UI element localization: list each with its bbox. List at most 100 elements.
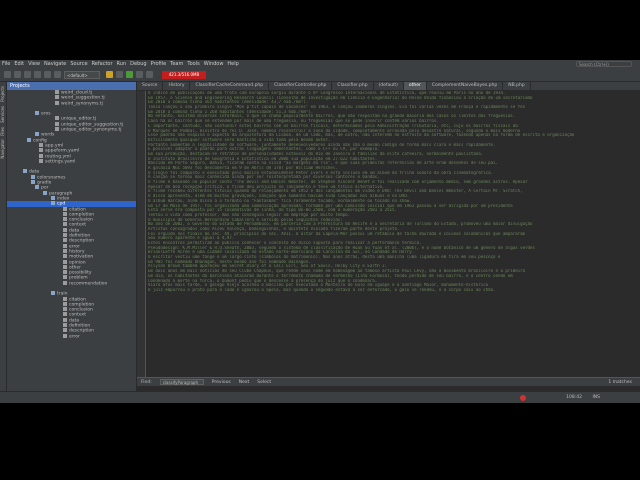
file-icon (63, 296, 67, 301)
open-project-icon[interactable] (24, 71, 31, 78)
configuration-select[interactable]: <default> (64, 70, 100, 79)
file-icon (63, 275, 67, 280)
folder-icon (35, 111, 39, 116)
editor-tab[interactable]: Source (137, 82, 164, 90)
find-next-button[interactable]: Next (239, 380, 249, 385)
menu-item-view[interactable]: View (28, 61, 40, 67)
file-icon (55, 121, 59, 126)
new-project-icon[interactable] (4, 71, 11, 78)
file-icon (39, 158, 43, 163)
debug-icon[interactable] (136, 71, 143, 78)
profile-icon[interactable] (146, 71, 153, 78)
global-search-input[interactable]: Search (Ctrl+I) (576, 61, 632, 67)
tree-item-label: error (69, 334, 80, 340)
insert-mode: INS (592, 395, 600, 400)
folder-icon (31, 174, 35, 179)
redo-icon[interactable] (54, 71, 61, 78)
file-icon (63, 280, 67, 285)
save-all-icon[interactable] (34, 71, 41, 78)
folder-icon (35, 132, 39, 137)
file-icon (63, 238, 67, 243)
find-matches: 1 matches (608, 379, 632, 385)
line-gutter (137, 91, 146, 377)
clean-build-icon[interactable] (116, 71, 123, 78)
file-icon (39, 142, 43, 147)
file-icon (63, 233, 67, 238)
editor-tab[interactable]: ClassifierController.php (269, 82, 333, 90)
menu-item-edit[interactable]: Edit (14, 61, 24, 67)
editor-tab[interactable]: (default) (374, 82, 404, 90)
projects-panel: Projects weird_cloud.tj weird_suggestion.… (7, 82, 137, 391)
editor-tab[interactable]: ComplementNaiveBayes.php (427, 82, 504, 90)
file-icon (63, 317, 67, 322)
menu-item-file[interactable]: File (2, 61, 10, 67)
folder-icon (31, 180, 35, 185)
find-select-button[interactable]: Select (257, 380, 271, 385)
error-indicator-icon[interactable] (520, 395, 526, 401)
file-icon (63, 270, 67, 275)
new-file-icon[interactable] (14, 71, 21, 78)
file-icon (63, 217, 67, 222)
menu-item-refactor[interactable]: Refactor (92, 61, 113, 67)
folder-icon (27, 137, 31, 142)
tree-item[interactable]: error (7, 333, 136, 340)
folder-icon (51, 291, 55, 296)
file-icon (55, 100, 59, 105)
code-view[interactable]: O índice de publicações de uma frota com… (148, 91, 636, 377)
editor-tab[interactable]: ClassifierCacheCommand.php (190, 82, 270, 90)
editor-tab[interactable]: other (403, 82, 427, 90)
file-icon (55, 116, 59, 121)
left-tool-strip: Projects Services Files Navigator (0, 82, 7, 391)
projects-panel-header[interactable]: Projects (7, 82, 136, 90)
folder-icon (51, 201, 55, 206)
side-tab-navigator[interactable]: Navigator (0, 139, 5, 159)
menu-item-source[interactable]: Source (70, 61, 87, 67)
code-line: O juiz empurrou o prato para o lado e ig… (148, 287, 496, 292)
file-icon (63, 222, 67, 227)
memory-indicator[interactable]: 421.3/516.0MB (162, 70, 206, 79)
file-icon (63, 243, 67, 248)
file-icon (63, 206, 67, 211)
undo-icon[interactable] (44, 71, 51, 78)
folder-icon (35, 185, 39, 190)
file-icon (39, 148, 43, 153)
editor-tab[interactable]: NB.php (503, 82, 531, 90)
run-icon[interactable] (126, 71, 133, 78)
build-icon[interactable] (106, 71, 113, 78)
file-icon (55, 95, 59, 100)
find-input[interactable]: classifyParagraph (159, 379, 204, 385)
file-icon (63, 328, 67, 333)
file-icon (63, 301, 67, 306)
file-icon (63, 259, 67, 264)
menu-item-profile[interactable]: Profile (151, 61, 167, 67)
find-label: Find: (141, 379, 152, 385)
file-icon (63, 312, 67, 317)
side-tab-files[interactable]: Files (0, 127, 5, 136)
side-tab-services[interactable]: Services (0, 106, 5, 123)
editor-area: Source History ClassifierCacheCommand.php C… (137, 82, 640, 391)
menu-item-debug[interactable]: Debug (130, 61, 146, 67)
ide-window: File Edit View Navigate Source Refactor Run Deb… (0, 60, 640, 403)
menubar: File Edit View Navigate Source Refactor Run Deb… (0, 60, 640, 68)
find-previous-button[interactable]: Previous (212, 380, 231, 385)
editor-tab[interactable]: Classifier.php (332, 82, 374, 90)
menu-item-tools[interactable]: Tools (187, 61, 199, 67)
file-icon (63, 211, 67, 216)
menu-item-team[interactable]: Team (170, 61, 183, 67)
file-icon (63, 323, 67, 328)
editor-tab[interactable]: History (163, 82, 191, 90)
menu-item-navigate[interactable]: Navigate (44, 61, 66, 67)
file-icon (55, 127, 59, 132)
editor-tabs: Source History ClassifierCacheCommand.php C… (137, 82, 640, 91)
file-icon (39, 153, 43, 158)
file-icon (63, 248, 67, 253)
project-tree: weird_cloud.tj weird_suggestion.tj weird_s… (7, 90, 136, 339)
menu-item-run[interactable]: Run (117, 61, 127, 67)
menu-item-window[interactable]: Window (204, 61, 224, 67)
menu-item-help[interactable]: Help (227, 61, 238, 67)
side-tab-projects[interactable]: Projects (0, 86, 5, 102)
toolbar: <default> 421.3/516.0MB (0, 68, 640, 82)
file-icon (63, 227, 67, 232)
projects-panel-title: Projects (10, 83, 30, 89)
file-icon (55, 90, 59, 94)
